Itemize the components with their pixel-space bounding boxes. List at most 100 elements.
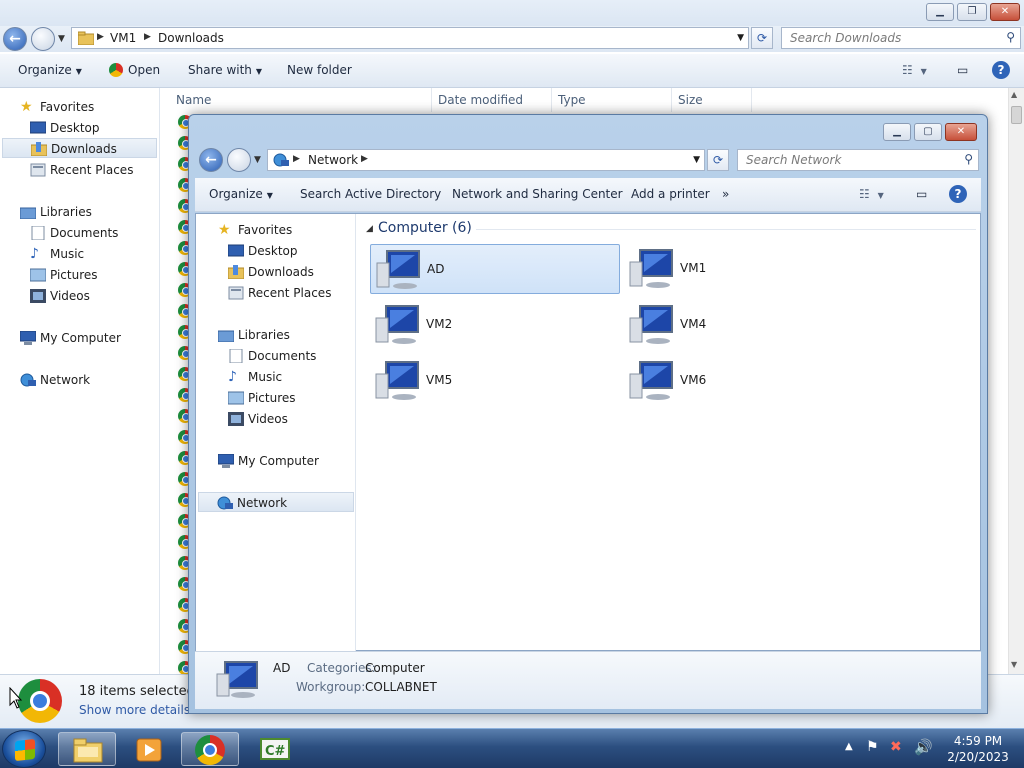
back-button[interactable]: ← — [199, 148, 223, 172]
search-active-directory-button[interactable]: Search Active Directory — [300, 187, 441, 201]
downloads-folder-icon — [31, 142, 47, 156]
computer-tile-vm4[interactable]: VM4 — [624, 300, 874, 350]
breadcrumb-downloads[interactable]: Downloads — [158, 31, 224, 45]
taskbar-chrome[interactable] — [181, 732, 239, 766]
pictures-icon — [30, 268, 46, 282]
network-icon — [20, 373, 36, 387]
recent-pages-dropdown[interactable]: ▼ — [254, 155, 261, 165]
collapse-group-icon[interactable]: ◢ — [366, 224, 373, 234]
preview-pane-button[interactable]: ▭ — [957, 63, 968, 77]
computer-icon — [629, 249, 673, 288]
close-button[interactable]: ✕ — [945, 123, 977, 141]
items-selected-text: 18 items selected — [79, 684, 195, 699]
workgroup-value: COLLABNET — [365, 680, 437, 694]
chrome-icon — [109, 63, 123, 77]
help-icon[interactable]: ? — [992, 61, 1010, 79]
forward-button[interactable] — [31, 27, 55, 51]
taskbar: C# ▲ ⚑ ✖ 🔊 4:59 PM 2/20/2023 — [0, 728, 1024, 768]
chevron-right-icon: ▶ — [144, 32, 151, 42]
breadcrumb-network[interactable]: Network — [308, 153, 358, 167]
address-bar[interactable]: ▶ VM1 ▶ Downloads ▼ — [71, 27, 749, 49]
chevron-down-icon[interactable]: ▼ — [693, 155, 700, 165]
address-bar[interactable]: ▶ Network ▶ ▼ — [267, 149, 705, 171]
group-divider — [476, 229, 976, 230]
refresh-button[interactable]: ⟳ — [751, 27, 773, 49]
taskbar-media-player[interactable] — [120, 732, 178, 766]
forward-button[interactable] — [227, 148, 251, 172]
computer-tile-vm1[interactable]: VM1 — [624, 244, 874, 294]
minimize-button[interactable]: ▁ — [883, 123, 911, 141]
nav-downloads[interactable]: Downloads — [2, 138, 157, 158]
computer-name: VM1 — [680, 261, 707, 275]
back-button[interactable]: ← — [3, 27, 27, 51]
action-center-icon[interactable]: ⚑ — [866, 739, 879, 755]
recent-places-icon — [228, 286, 244, 300]
computer-icon — [629, 305, 673, 344]
recent-pages-dropdown[interactable]: ▼ — [58, 34, 65, 44]
computer-tile-vm2[interactable]: VM2 — [370, 300, 620, 350]
search-downloads-input[interactable]: Search Downloads ⚲ — [781, 27, 1021, 49]
downloads-scrollbar[interactable]: ▲ ▼ — [1008, 88, 1024, 674]
refresh-button[interactable]: ⟳ — [707, 149, 729, 171]
computer-icon — [629, 361, 673, 400]
close-button[interactable]: ✕ — [990, 3, 1020, 21]
minimize-button[interactable]: ▁ — [926, 3, 954, 21]
show-more-details-link[interactable]: Show more details... — [79, 703, 202, 717]
scroll-thumb[interactable] — [1011, 106, 1022, 124]
star-icon: ★ — [20, 99, 33, 115]
chevron-right-icon: ▶ — [97, 32, 104, 42]
chrome-icon — [195, 735, 225, 765]
maximize-button[interactable]: ▢ — [914, 123, 942, 141]
downloads-titlebar[interactable]: ▁ ❐ ✕ — [0, 0, 1024, 26]
share-with-button[interactable]: Share with ▼ — [188, 63, 262, 77]
column-name[interactable]: Name — [170, 88, 432, 112]
start-button[interactable] — [2, 730, 46, 768]
more-commands-button[interactable]: » — [722, 187, 729, 201]
show-hidden-icons-button[interactable]: ▲ — [845, 741, 853, 752]
add-printer-button[interactable]: Add a printer — [631, 187, 710, 201]
clock[interactable]: 4:59 PM 2/20/2023 — [938, 733, 1018, 765]
scroll-up-icon[interactable]: ▲ — [1011, 90, 1017, 99]
preview-pane-button[interactable]: ▭ — [916, 187, 927, 201]
search-placeholder: Search Downloads — [790, 31, 902, 45]
organize-button[interactable]: Organize ▼ — [209, 187, 273, 201]
computer-tile-vm5[interactable]: VM5 — [370, 356, 620, 406]
downloads-commandbar: Organize ▼ Open Share with ▼ New folder ☷ … — [0, 54, 1024, 88]
music-icon: ♪ — [30, 246, 39, 262]
organize-button[interactable]: Organize ▼ — [18, 63, 82, 77]
computer-tile-ad[interactable]: AD — [370, 244, 620, 294]
downloads-folder-icon — [228, 265, 244, 279]
computer-group-header[interactable]: Computer (6) — [378, 220, 472, 236]
open-label: Open — [128, 63, 161, 77]
network-sharing-center-button[interactable]: Network and Sharing Center — [452, 187, 623, 201]
documents-icon — [31, 226, 45, 240]
breadcrumb-vm1[interactable]: VM1 — [110, 31, 136, 45]
column-size[interactable]: Size — [672, 88, 752, 112]
computer-tile-vm6[interactable]: VM6 — [624, 356, 874, 406]
nav-network[interactable]: Network — [198, 492, 354, 512]
volume-icon[interactable]: 🔊 — [914, 738, 933, 756]
documents-icon — [229, 349, 243, 363]
network-icon — [273, 153, 289, 167]
column-type[interactable]: Type — [552, 88, 672, 112]
computer-icon — [218, 454, 234, 468]
search-placeholder: Search Network — [746, 153, 842, 167]
taskbar-explorer[interactable] — [58, 732, 116, 766]
search-network-input[interactable]: Search Network ⚲ — [737, 149, 979, 171]
taskbar-csharp[interactable]: C# — [246, 732, 304, 766]
scroll-down-icon[interactable]: ▼ — [1011, 660, 1017, 669]
videos-icon — [30, 289, 46, 303]
column-date-modified[interactable]: Date modified — [432, 88, 552, 112]
chevron-down-icon[interactable]: ▼ — [737, 33, 744, 43]
search-icon: ⚲ — [1006, 30, 1015, 44]
chevron-right-icon: ▶ — [293, 154, 300, 164]
help-icon[interactable]: ? — [949, 185, 967, 203]
recent-places-icon — [30, 163, 46, 177]
restore-button[interactable]: ❐ — [957, 3, 987, 21]
view-options-button[interactable]: ☷ ▼ — [859, 187, 884, 201]
new-folder-button[interactable]: New folder — [287, 63, 352, 77]
view-options-button[interactable]: ☷ ▼ — [902, 63, 927, 77]
svg-text:C#: C# — [265, 744, 286, 759]
open-button[interactable]: Open — [109, 63, 160, 77]
network-status-icon[interactable]: ✖ — [890, 739, 902, 755]
